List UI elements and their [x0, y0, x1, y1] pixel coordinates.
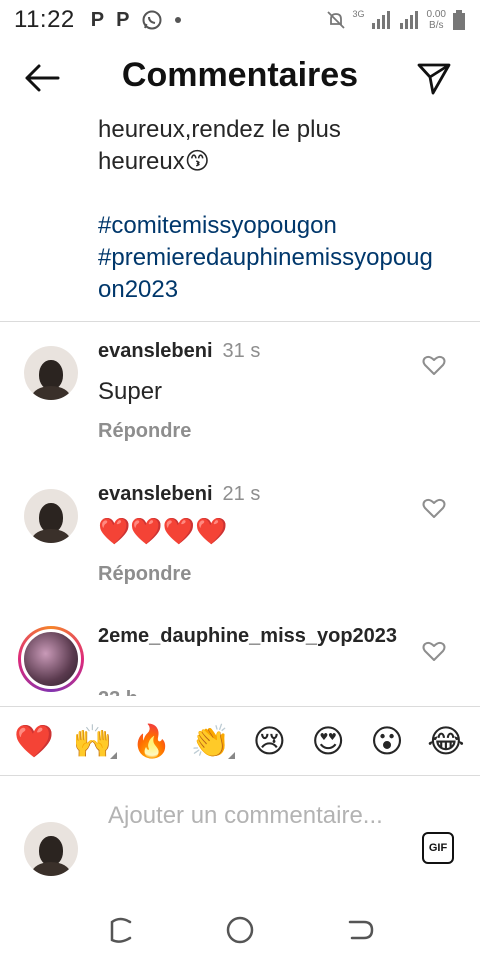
- notification-icons: P P: [91, 9, 182, 32]
- whatsapp-icon: [142, 10, 162, 30]
- emoji-red-heart[interactable]: ❤️: [10, 721, 58, 761]
- emoji-crying-face[interactable]: 😢: [245, 721, 293, 761]
- back-icon[interactable]: [340, 910, 380, 950]
- system-nav-bar: [0, 900, 480, 960]
- comment-time: 23 h: [98, 688, 138, 696]
- emoji-astonished-face[interactable]: 😮: [363, 721, 411, 761]
- dot-icon: [175, 17, 182, 23]
- reply-button[interactable]: Répondre: [98, 420, 191, 443]
- emoji-raised-hands[interactable]: 🙌: [69, 721, 117, 761]
- notification-p-icon: P: [90, 8, 105, 31]
- emoji-quick-bar: ❤️ 🙌 🔥 👏 😢 😍 😮 😂: [0, 706, 480, 776]
- comments-list[interactable]: evanslebeni 31 s Super Répondre evanslebe…: [0, 322, 480, 696]
- emoji-heart-eyes[interactable]: 😍: [304, 721, 352, 761]
- network-type: 3G: [352, 9, 365, 19]
- send-icon[interactable]: [416, 60, 452, 96]
- network-speed: 0.00 B/s: [426, 9, 446, 31]
- avatar[interactable]: [24, 346, 78, 400]
- comment-username[interactable]: 2eme_dauphine_miss_yop2023: [98, 622, 398, 650]
- battery-icon: [453, 10, 465, 30]
- comment-text: ❤️❤️❤️❤️: [98, 517, 228, 547]
- emoji-tears-of-joy[interactable]: 😂: [422, 721, 470, 761]
- notification-p-icon: P: [116, 8, 130, 31]
- caption-text: heureux😙: [98, 148, 210, 175]
- emoji-clapping-hands[interactable]: 👏: [187, 721, 235, 761]
- signal-icon: [371, 11, 390, 29]
- comment-time: 21 s: [222, 483, 261, 505]
- like-heart-icon[interactable]: [422, 497, 446, 519]
- home-icon[interactable]: [220, 910, 260, 950]
- page-title: Commentaires: [121, 56, 359, 94]
- caption-text: heureux,rendez le plus: [98, 116, 341, 143]
- post-caption: heureux,rendez le plus heureux😙 #comitem…: [98, 114, 438, 306]
- comment-username[interactable]: evanslebeni 31 s: [98, 340, 260, 363]
- signal-icon: [399, 11, 418, 29]
- avatar: [24, 822, 78, 876]
- comment-username[interactable]: evanslebeni 21 s: [98, 483, 260, 506]
- add-comment-bar: Ajouter un commentaire... GIF: [0, 800, 480, 900]
- emoji-fire[interactable]: 🔥: [128, 721, 176, 761]
- hashtag-link[interactable]: #premieredauphinemissyopougon2023: [98, 242, 438, 306]
- comment-time: 31 s: [222, 340, 261, 362]
- status-indicators: 3G 0.00 B/s: [325, 9, 466, 31]
- comment-input[interactable]: Ajouter un commentaire...: [108, 800, 388, 870]
- mute-icon: [326, 11, 345, 29]
- header: Commentaires: [0, 50, 480, 106]
- comment-text: Super: [98, 378, 163, 405]
- status-bar: 11:22 P P 3G 0.00 B/s: [0, 0, 480, 40]
- recent-apps-icon[interactable]: [100, 910, 140, 950]
- avatar[interactable]: [24, 489, 78, 543]
- like-heart-icon[interactable]: [422, 640, 446, 662]
- hashtag-link[interactable]: #comitemissyopougon: [98, 210, 438, 242]
- story-avatar[interactable]: [18, 626, 84, 692]
- like-heart-icon[interactable]: [422, 354, 446, 376]
- status-time: 11:22: [14, 6, 75, 33]
- reply-button[interactable]: Répondre: [98, 563, 191, 586]
- gif-button[interactable]: GIF: [422, 832, 454, 864]
